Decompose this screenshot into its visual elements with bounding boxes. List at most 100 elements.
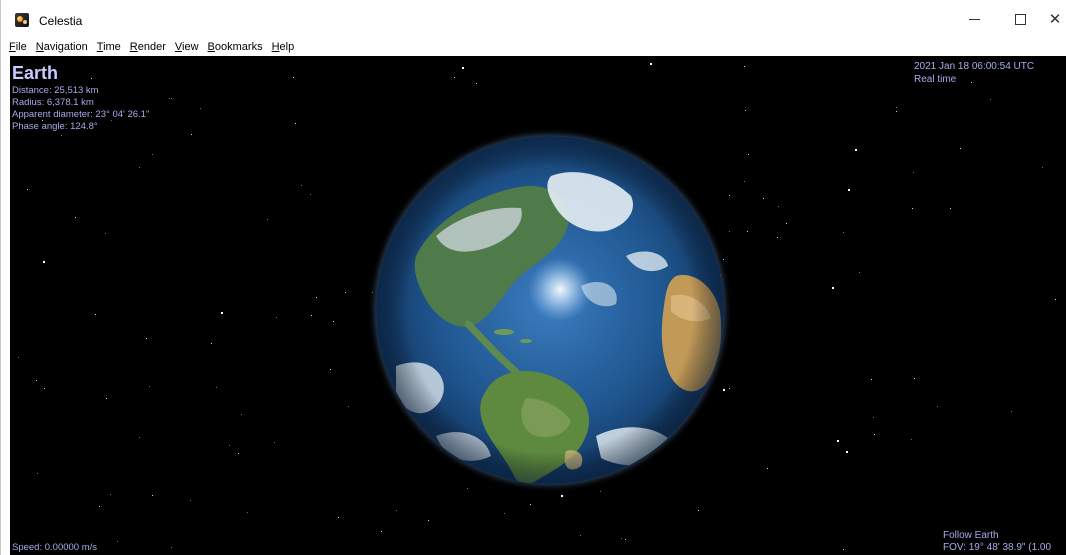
star <box>625 539 626 540</box>
star <box>229 445 230 446</box>
menu-help-label: elp <box>279 41 295 53</box>
menu-view[interactable]: View <box>175 41 199 53</box>
star <box>621 538 622 539</box>
star <box>316 297 317 298</box>
menu-render[interactable]: Render <box>130 41 166 53</box>
star <box>139 167 140 168</box>
star <box>36 380 37 381</box>
star <box>191 134 192 135</box>
star <box>211 343 212 344</box>
star <box>846 451 848 453</box>
menu-navigation[interactable]: Navigation <box>36 41 88 53</box>
star <box>338 517 339 518</box>
star <box>372 292 373 293</box>
maximize-button[interactable] <box>997 0 1043 38</box>
star <box>171 98 172 99</box>
star <box>960 148 961 149</box>
star <box>190 500 191 501</box>
star <box>95 314 96 315</box>
close-icon: ✕ <box>1048 9 1062 28</box>
object-name: Earth <box>12 63 59 83</box>
star <box>990 99 991 100</box>
star <box>745 110 746 111</box>
star <box>937 406 938 407</box>
star <box>43 261 45 263</box>
star <box>221 312 223 314</box>
star <box>238 453 239 454</box>
star <box>454 77 455 78</box>
star <box>1011 411 1012 412</box>
star <box>110 494 111 495</box>
star <box>169 98 170 99</box>
star <box>75 217 76 218</box>
star <box>744 181 745 182</box>
datetime-readout: 2021 Jan 18 06:00:54 UTC <box>914 61 1035 72</box>
star <box>267 219 268 220</box>
minimize-button[interactable] <box>951 0 997 38</box>
star <box>146 338 147 339</box>
menu-render-label: ender <box>137 41 166 53</box>
close-button[interactable]: ✕ <box>1043 0 1066 38</box>
time-mode-readout: Real time <box>914 74 957 85</box>
star <box>467 488 468 489</box>
maximize-icon <box>1014 13 1026 25</box>
menu-bookmarks[interactable]: Bookmarks <box>208 41 263 53</box>
star <box>777 237 778 238</box>
star <box>106 398 107 399</box>
star <box>200 108 201 109</box>
star <box>333 321 334 322</box>
star <box>896 111 897 112</box>
star <box>698 510 699 511</box>
menu-bar: File Navigation Time Render View Bookmar… <box>1 38 1066 56</box>
star <box>241 414 242 415</box>
menu-file[interactable]: File <box>9 41 27 53</box>
star <box>859 272 860 273</box>
star <box>139 437 140 438</box>
title-bar[interactable]: Celestia ✕ <box>1 0 1066 38</box>
object-info-panel: Earth Distance: 25,513 km Radius: 6,378.… <box>12 64 149 133</box>
star <box>911 439 912 440</box>
star <box>600 491 601 492</box>
star <box>149 386 150 387</box>
star <box>105 233 106 234</box>
menu-time[interactable]: Time <box>97 41 121 53</box>
minimize-icon <box>968 18 980 20</box>
star <box>767 468 768 469</box>
star <box>311 315 312 316</box>
star <box>1055 299 1056 300</box>
apparent-diameter-readout: Apparent diameter: 23° 04' 26.1" <box>12 109 150 120</box>
star <box>247 512 248 513</box>
star <box>561 495 563 497</box>
star <box>729 231 730 232</box>
menu-help[interactable]: Help <box>272 41 295 53</box>
star <box>381 531 382 532</box>
star <box>729 195 730 196</box>
space-viewport[interactable]: Earth Distance: 25,513 km Radius: 6,378.… <box>10 56 1066 555</box>
star <box>650 63 652 65</box>
menu-file-label: ile <box>15 41 27 53</box>
celestia-app-icon[interactable] <box>15 13 29 27</box>
star <box>848 189 850 191</box>
radius-readout: Radius: 6,378.1 km <box>12 97 94 108</box>
star <box>476 83 477 84</box>
star <box>913 172 914 173</box>
follow-readout: Follow Earth <box>943 530 999 541</box>
star <box>744 66 745 67</box>
window-title: Celestia <box>39 14 83 28</box>
star <box>871 379 872 380</box>
star <box>729 388 730 389</box>
star <box>396 510 397 511</box>
star <box>61 135 62 136</box>
menu-bookmarks-label: ookmarks <box>214 41 263 53</box>
star <box>914 378 915 379</box>
earth-globe[interactable] <box>376 136 724 484</box>
star <box>345 292 346 293</box>
star <box>763 198 764 199</box>
phase-angle-readout: Phase angle: 124.8° <box>12 121 98 132</box>
speed-readout: Speed: 0.00000 m/s <box>12 542 98 553</box>
star <box>843 232 844 233</box>
star <box>747 231 748 232</box>
star <box>171 547 172 548</box>
star <box>832 287 834 289</box>
star <box>301 185 302 186</box>
